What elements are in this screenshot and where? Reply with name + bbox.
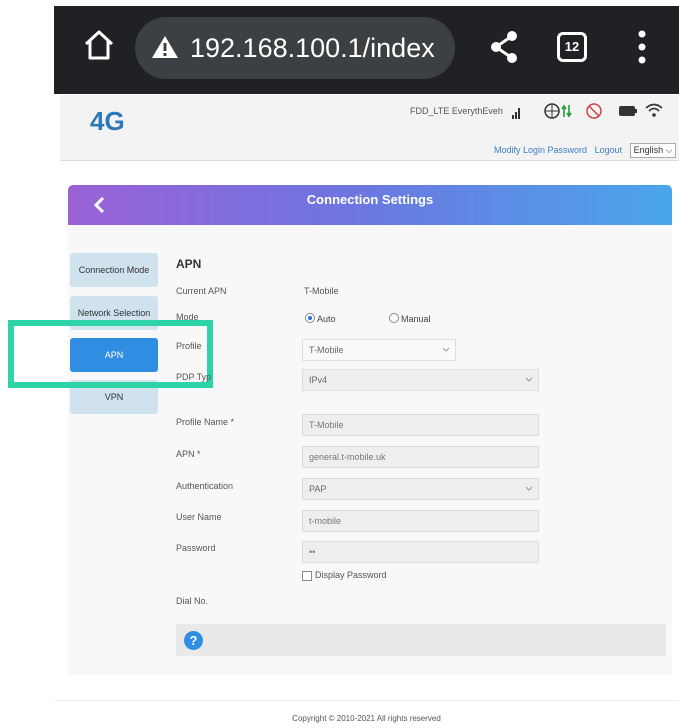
pdp-type-value: IPv4 <box>309 375 328 385</box>
web-blocked-icon <box>586 103 602 119</box>
logout-link[interactable]: Logout <box>595 145 623 155</box>
display-password-checkbox[interactable] <box>302 571 312 581</box>
section-title: APN <box>176 257 202 271</box>
profile-name-label: Profile Name * <box>176 417 235 427</box>
home-icon[interactable] <box>82 28 116 62</box>
mode-manual-radio[interactable] <box>389 313 399 323</box>
user-name-label: User Name <box>176 512 222 522</box>
pdp-type-label: PDP Typ <box>176 372 212 382</box>
copyright-text: Copyright © 2010-2021 All rights reserve… <box>292 714 441 723</box>
page-title: Connection Settings <box>306 192 434 207</box>
modify-password-link[interactable]: Modify Login Password <box>494 145 587 155</box>
data-transfer-icon <box>561 104 572 118</box>
mode-manual-label: Manual <box>401 314 431 324</box>
password-field[interactable]: •• <box>302 541 539 563</box>
mode-auto-radio[interactable] <box>305 313 315 323</box>
network-type: FDD_LTE <box>410 106 450 116</box>
language-value: English <box>633 145 664 155</box>
current-apn-value: T-Mobile <box>304 286 339 296</box>
wifi-icon <box>645 103 663 117</box>
chevron-down-icon <box>442 347 450 352</box>
battery-icon <box>619 106 637 116</box>
sidebar-item-connection-mode[interactable]: Connection Mode <box>70 253 158 287</box>
more-vertical-icon[interactable] <box>630 29 654 65</box>
authentication-value: PAP <box>309 484 327 494</box>
footer-divider <box>54 700 679 701</box>
profile-select-value: T-Mobile <box>309 345 344 355</box>
warning-icon[interactable] <box>150 34 180 60</box>
signal-icon <box>512 108 520 119</box>
chevron-down-icon <box>525 377 533 382</box>
profile-name-field[interactable]: T-Mobile <box>302 414 539 436</box>
status-icons <box>512 103 663 119</box>
authentication-label: Authentication <box>176 481 234 491</box>
carrier-name: EverythEveh <box>451 106 503 116</box>
apn-label: APN * <box>176 449 201 459</box>
profile-select[interactable]: T-Mobile <box>302 339 456 361</box>
header-links: Modify Login Password Logout English ⌵ <box>494 143 677 158</box>
password-label: Password <box>176 543 216 553</box>
help-icon[interactable]: ? <box>184 631 203 650</box>
dial-no-label: Dial No. <box>176 596 209 606</box>
share-icon[interactable] <box>488 30 520 64</box>
pdp-type-select[interactable]: IPv4 <box>302 369 539 391</box>
tabs-icon[interactable]: 12 <box>557 32 587 62</box>
help-bar <box>176 624 666 656</box>
mode-auto-label: Auto <box>317 314 336 324</box>
chevron-down-icon <box>525 486 533 491</box>
profile-label: Profile <box>176 341 202 351</box>
user-name-field[interactable]: t-mobile <box>302 510 539 532</box>
logo: 4G <box>90 106 125 136</box>
display-password-label: Display Password <box>315 570 387 580</box>
current-apn-label: Current APN <box>176 286 227 296</box>
mode-label: Mode <box>176 312 199 322</box>
authentication-select[interactable]: PAP <box>302 478 539 500</box>
apn-field[interactable]: general.t-mobile.uk <box>302 446 539 468</box>
globe-icon <box>544 103 560 119</box>
network-info: FDD_LTE EverythEveh <box>410 106 503 116</box>
language-select[interactable]: English ⌵ <box>629 143 677 158</box>
url-text[interactable]: 192.168.100.1/index <box>190 28 452 68</box>
